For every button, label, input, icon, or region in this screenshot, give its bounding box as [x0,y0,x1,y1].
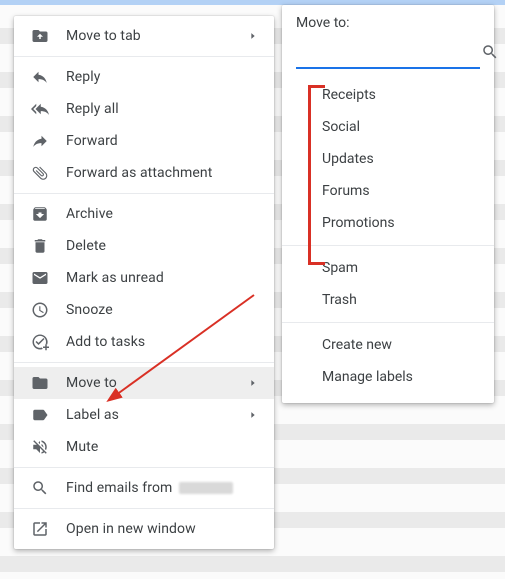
menu-open-new-window[interactable]: Open in new window [14,513,274,545]
sender-name-blurred [179,482,233,494]
chevron-right-icon [248,378,258,388]
open-new-window-icon [30,519,50,539]
menu-label: Reply [66,69,258,85]
label-promotions[interactable]: Promotions [282,207,494,239]
menu-label: Move to tab [66,28,248,44]
menu-label: Delete [66,238,258,254]
menu-label: Add to tasks [66,334,258,350]
menu-reply[interactable]: Reply [14,61,274,93]
find-emails-text: Find emails from [66,480,172,496]
search-icon [481,43,499,61]
delete-icon [30,236,50,256]
attachment-icon [30,163,50,183]
divider [14,508,274,509]
context-menu: Move to tab Reply Reply all Forward Forw… [14,16,274,549]
divider [14,467,274,468]
archive-icon [30,204,50,224]
menu-reply-all[interactable]: Reply all [14,93,274,125]
label-receipts[interactable]: Receipts [282,79,494,111]
special-group: Spam Trash [282,246,494,322]
forward-icon [30,131,50,151]
move-to-tab-icon [30,26,50,46]
submenu-title: Move to: [282,5,494,37]
menu-archive[interactable]: Archive [14,198,274,230]
menu-label: Forward [66,133,258,149]
snooze-icon [30,300,50,320]
actions-group: Create new Manage labels [282,323,494,399]
menu-move-to-tab[interactable]: Move to tab [14,20,274,52]
mute-icon [30,437,50,457]
menu-label: Mark as unread [66,270,258,286]
label-forums[interactable]: Forums [282,175,494,207]
menu-label: Find emails from [66,480,258,496]
reply-icon [30,67,50,87]
move-to-search[interactable] [296,37,480,69]
menu-label: Mute [66,439,258,455]
menu-move-to[interactable]: Move to [14,367,274,399]
menu-label: Open in new window [66,521,258,537]
menu-label: Snooze [66,302,258,318]
menu-delete[interactable]: Delete [14,230,274,262]
create-new-label[interactable]: Create new [282,329,494,361]
menu-label: Label as [66,407,248,423]
menu-label: Forward as attachment [66,165,258,181]
menu-label-as[interactable]: Label as [14,399,274,431]
menu-snooze[interactable]: Snooze [14,294,274,326]
menu-forward-attachment[interactable]: Forward as attachment [14,157,274,189]
menu-mute[interactable]: Mute [14,431,274,463]
label-updates[interactable]: Updates [282,143,494,175]
folder-move-icon [30,373,50,393]
menu-label: Move to [66,375,248,391]
mark-unread-icon [30,268,50,288]
reply-all-icon [30,99,50,119]
label-social[interactable]: Social [282,111,494,143]
menu-find-emails[interactable]: Find emails from [14,472,274,504]
label-icon [30,405,50,425]
menu-add-to-tasks[interactable]: Add to tasks [14,326,274,358]
move-to-search-input[interactable] [296,43,481,61]
menu-mark-unread[interactable]: Mark as unread [14,262,274,294]
label-spam[interactable]: Spam [282,252,494,284]
chevron-right-icon [248,31,258,41]
chevron-right-icon [248,410,258,420]
label-trash[interactable]: Trash [282,284,494,316]
divider [14,56,274,57]
move-to-submenu: Move to: Receipts Social Updates Forums … [282,5,494,403]
menu-label: Reply all [66,101,258,117]
divider [14,362,274,363]
menu-label: Archive [66,206,258,222]
menu-forward[interactable]: Forward [14,125,274,157]
manage-labels[interactable]: Manage labels [282,361,494,393]
add-tasks-icon [30,332,50,352]
labels-group: Receipts Social Updates Forums Promotion… [282,73,494,245]
search-icon [30,478,50,498]
divider [14,193,274,194]
